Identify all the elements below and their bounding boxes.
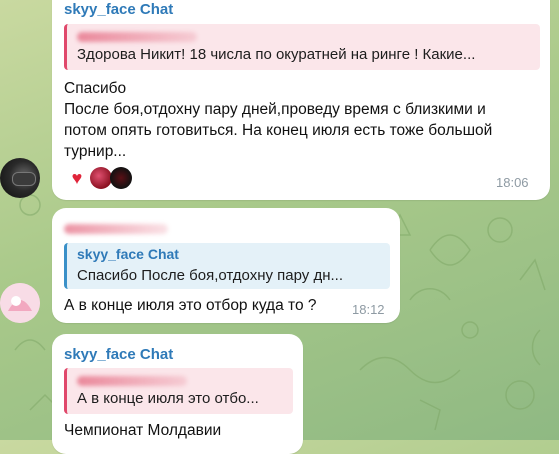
- sender-avatar[interactable]: [0, 283, 40, 323]
- redacted-sender-name: [64, 224, 168, 234]
- reply-quote[interactable]: А в конце июля это отбо...: [64, 368, 293, 414]
- reactor-avatar[interactable]: [110, 167, 132, 189]
- reply-quote[interactable]: Здорова Никит! 18 числа по окуратней на …: [64, 24, 540, 70]
- message-time: 18:12: [352, 302, 385, 317]
- avatar-image: [0, 283, 40, 323]
- message-bubble[interactable]: skyy_face Chat Здорова Никит! 18 числа п…: [52, 0, 550, 200]
- redacted-name: [77, 376, 187, 386]
- message-text: Чемпионат Молдавии: [64, 422, 222, 439]
- sender-name[interactable]: skyy_face Chat: [64, 346, 173, 363]
- reactor-avatar[interactable]: [90, 167, 112, 189]
- reply-text: А в конце июля это отбо...: [77, 390, 259, 407]
- avatar-image: [12, 172, 36, 186]
- redacted-name: [77, 32, 197, 42]
- message-text: Спасибо После боя,отдохну пару дней,пров…: [64, 78, 544, 162]
- reply-sender-name: skyy_face Chat: [77, 246, 179, 262]
- reply-text: Здорова Никит! 18 числа по окуратней на …: [77, 46, 476, 63]
- reactions[interactable]: ♥: [64, 166, 136, 190]
- message-bubble[interactable]: skyy_face Chat А в конце июля это отбо..…: [52, 334, 303, 454]
- reply-quote[interactable]: skyy_face Chat Спасибо После боя,отдохну…: [64, 243, 390, 289]
- message-text: А в конце июля это отбор куда то ?: [64, 297, 317, 314]
- sender-avatar[interactable]: [0, 158, 40, 198]
- message-time: 18:06: [496, 175, 529, 190]
- message-line: После боя,отдохну пару дней,проведу врем…: [64, 101, 486, 118]
- message-bubble[interactable]: skyy_face Chat Спасибо После боя,отдохну…: [52, 208, 400, 323]
- message-line: Спасибо: [64, 80, 127, 97]
- sender-name[interactable]: skyy_face Chat: [64, 1, 173, 18]
- reply-text: Спасибо После боя,отдохну пару дн...: [77, 267, 343, 284]
- message-line: потом опять готовиться. На конец июля ес…: [64, 122, 493, 139]
- message-line: турнир...: [64, 143, 127, 160]
- heart-reaction-icon[interactable]: ♥: [66, 167, 88, 189]
